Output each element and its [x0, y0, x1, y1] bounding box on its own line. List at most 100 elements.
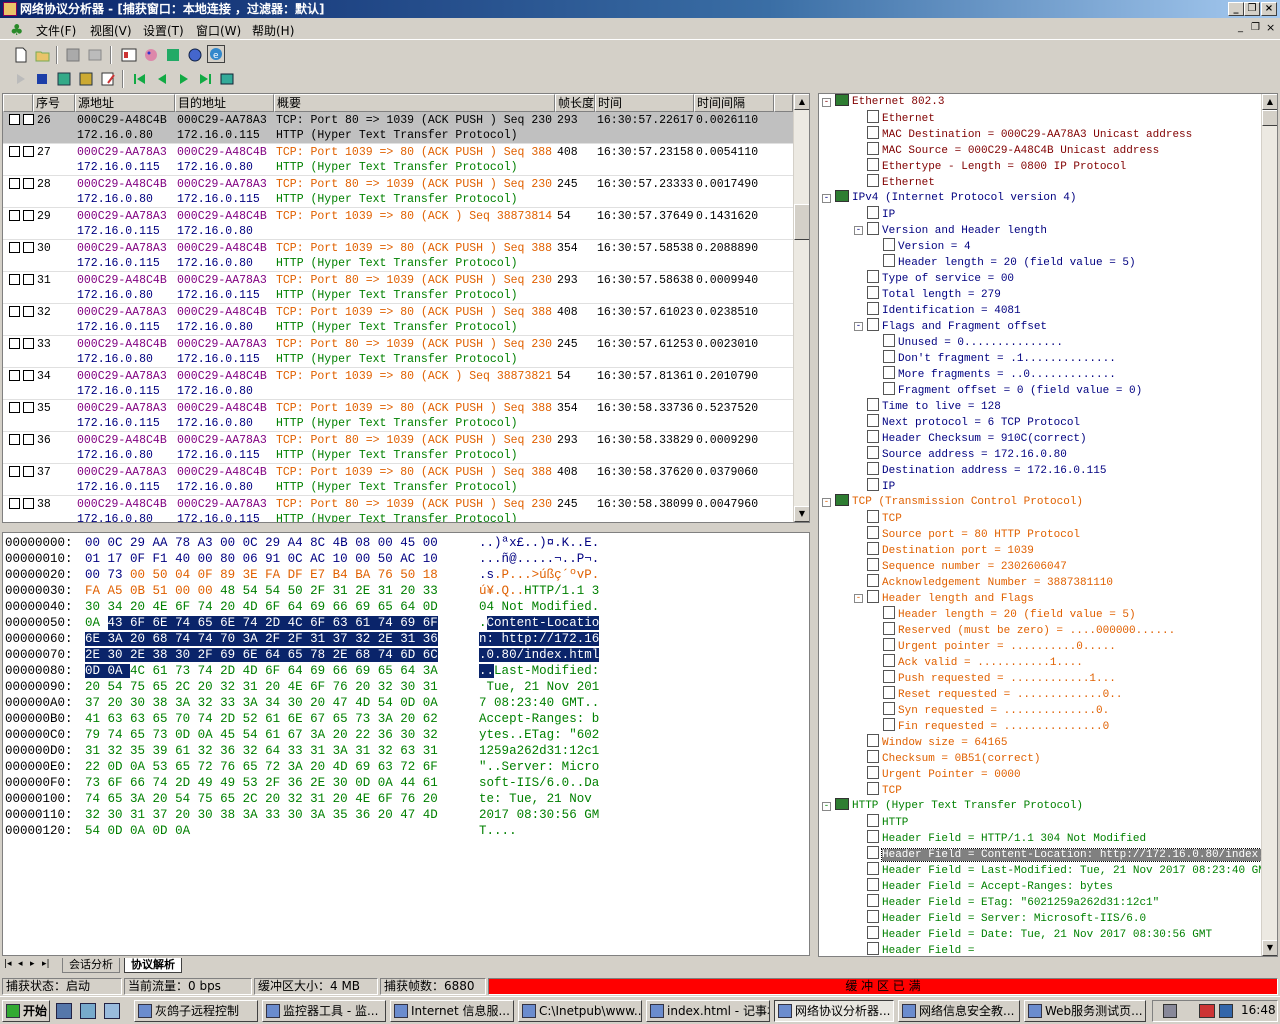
tree-field-node[interactable]: Header Field = ETag: "6021259a262d31:12c… — [867, 894, 1159, 910]
tree-collapse-toggle[interactable]: - — [854, 226, 863, 235]
next-icon[interactable] — [175, 70, 193, 88]
tree-field-node[interactable]: - Header length and Flags — [854, 590, 1034, 606]
tree-collapse-toggle[interactable]: - — [822, 498, 831, 507]
tree-field-node[interactable]: Urgent Pointer = 0000 — [867, 766, 1021, 782]
hex-line[interactable]: 00000090: 20 54 75 65 2C 20 32 31 20 4E 6… — [5, 679, 599, 695]
save-icon[interactable] — [64, 46, 82, 64]
app-menu-icon[interactable]: ♣ — [10, 21, 26, 39]
quicklaunch-explorer-icon[interactable] — [104, 1003, 120, 1019]
export-icon[interactable] — [86, 46, 104, 64]
first-icon[interactable] — [131, 70, 149, 88]
open-icon[interactable] — [34, 46, 52, 64]
taskbar-item[interactable]: Web服务测试页... — [1024, 1000, 1146, 1022]
mdi-restore-button[interactable]: ❐ — [1251, 22, 1260, 33]
row-expand-box[interactable] — [23, 434, 34, 445]
tree-field-node[interactable]: Checksum = 0B51(correct) — [867, 750, 1040, 766]
row-checkbox[interactable] — [9, 242, 20, 253]
row-expand-box[interactable] — [23, 274, 34, 285]
tree-field-node[interactable]: Acknowledgement Number = 3887381110 — [867, 574, 1113, 590]
row-expand-box[interactable] — [23, 402, 34, 413]
tree-scroll-down-button[interactable]: ▼ — [1262, 940, 1277, 956]
tree-field-node[interactable]: Destination address = 172.16.0.115 — [867, 462, 1106, 478]
tree-field-node[interactable]: TCP — [867, 510, 902, 526]
row-checkbox[interactable] — [9, 338, 20, 349]
tab-protocol-analysis[interactable]: 协议解析 — [124, 958, 182, 973]
tree-field-node[interactable]: Syn requested = ..............0. — [883, 702, 1109, 718]
table-row[interactable]: 30 000C29-AA78A3 000C29-A48C4B TCP: Port 10… — [3, 240, 793, 272]
taskbar-item[interactable]: index.html - 记事本 — [646, 1000, 770, 1022]
tree-field-node[interactable]: Urgent pointer = ..........0..... — [883, 638, 1116, 654]
start-button[interactable]: 开始 — [2, 1000, 50, 1022]
col-delta[interactable]: 时间间隔 — [694, 94, 774, 112]
col-number[interactable]: 序号 — [33, 94, 75, 112]
tab-nav-last-icon[interactable]: ▸| — [42, 959, 50, 969]
tree-field-node[interactable]: Source port = 80 HTTP Protocol — [867, 526, 1080, 542]
row-expand-box[interactable] — [23, 370, 34, 381]
tree-collapse-toggle[interactable]: - — [854, 322, 863, 331]
hex-line[interactable]: 00000010: 01 17 0F F1 40 00 80 06 91 0C A… — [5, 551, 599, 567]
row-expand-box[interactable] — [23, 114, 34, 125]
col-checkbox[interactable] — [3, 94, 33, 112]
minimize-button[interactable]: _ — [1228, 2, 1244, 16]
tree-field-node[interactable]: Header Field = — [867, 942, 974, 956]
tree-collapse-toggle[interactable]: - — [822, 802, 831, 811]
taskbar-item[interactable]: 网络信息安全教... — [898, 1000, 1020, 1022]
hex-line[interactable]: 00000000: 00 0C 29 AA 78 A3 00 0C 29 A4 8… — [5, 535, 599, 551]
row-checkbox[interactable] — [9, 434, 20, 445]
mdi-close-button[interactable]: × — [1266, 21, 1275, 34]
tree-field-node[interactable]: Source address = 172.16.0.80 — [867, 446, 1067, 462]
row-checkbox[interactable] — [9, 114, 20, 125]
tree-field-node[interactable]: Header Field = Content-Location: http://… — [867, 846, 1277, 862]
table-row[interactable]: 35 000C29-AA78A3 000C29-A48C4B TCP: Port 10… — [3, 400, 793, 432]
taskbar-item[interactable]: C:\Inetpub\www... — [518, 1000, 642, 1022]
tree-field-node[interactable]: Ethernet — [867, 174, 935, 190]
row-expand-box[interactable] — [23, 466, 34, 477]
close-button[interactable]: × — [1261, 2, 1277, 16]
hex-line[interactable]: 00000020: 00 73 00 50 04 0F 89 3E FA DF E… — [5, 567, 599, 583]
tree-field-node[interactable]: Header length = 20 (field value = 5) — [883, 606, 1136, 622]
row-checkbox[interactable] — [9, 178, 20, 189]
hex-line[interactable]: 000000E0: 22 0D 0A 53 65 72 76 65 72 3A 2… — [5, 759, 599, 775]
row-checkbox[interactable] — [9, 402, 20, 413]
taskbar-item[interactable]: 网络协议分析器... — [774, 1000, 894, 1022]
tree-field-node[interactable]: Don't fragment = .1.............. — [883, 350, 1116, 366]
tray-app-icon[interactable] — [1219, 1004, 1233, 1018]
row-checkbox[interactable] — [9, 274, 20, 285]
tree-scroll-thumb[interactable] — [1262, 110, 1277, 126]
goto-icon[interactable] — [218, 70, 236, 88]
hex-line[interactable]: 000000A0: 37 20 30 38 3A 32 33 3A 34 30 2… — [5, 695, 599, 711]
tree-field-node[interactable]: IP — [867, 206, 895, 222]
tree-field-node[interactable]: Header length = 20 (field value = 5) — [883, 254, 1136, 270]
tree-field-node[interactable]: Unused = 0............... — [883, 334, 1063, 350]
tree-field-node[interactable]: Ethernet — [867, 110, 935, 126]
tree-field-node[interactable]: Identification = 4081 — [867, 302, 1021, 318]
taskbar-item[interactable]: Internet 信息服... — [390, 1000, 514, 1022]
menu-view[interactable]: 视图(V) — [90, 22, 132, 39]
quicklaunch-ie-icon[interactable] — [56, 1003, 72, 1019]
table-row[interactable]: 32 000C29-AA78A3 000C29-A48C4B TCP: Port 10… — [3, 304, 793, 336]
tree-protocol-node[interactable]: - HTTP (Hyper Text Transfer Protocol) — [822, 798, 1083, 814]
tree-protocol-node[interactable]: - IPv4 (Internet Protocol version 4) — [822, 190, 1076, 206]
quicklaunch-desktop-icon[interactable] — [80, 1003, 96, 1019]
tree-field-node[interactable]: Time to live = 128 — [867, 398, 1001, 414]
tree-protocol-node[interactable]: - TCP (Transmission Control Protocol) — [822, 494, 1083, 510]
scroll-down-button[interactable]: ▼ — [794, 506, 809, 522]
hex-line[interactable]: 000000C0: 79 74 65 73 0D 0A 45 54 61 67 3… — [5, 727, 599, 743]
hex-line[interactable]: 00000050: 0A 43 6F 6E 74 65 6E 74 2D 4C 6… — [5, 615, 600, 631]
hex-line[interactable]: 000000B0: 41 63 63 65 70 74 2D 52 61 6E 6… — [5, 711, 599, 727]
row-expand-box[interactable] — [23, 242, 34, 253]
table-row[interactable]: 34 000C29-AA78A3 000C29-A48C4B TCP: Port 10… — [3, 368, 793, 400]
previous-icon[interactable] — [153, 70, 171, 88]
hex-line[interactable]: 00000030: FA A5 0B 51 00 00 48 54 54 50 2… — [5, 583, 599, 599]
tree-field-node[interactable]: Fragment offset = 0 (field value = 0) — [883, 382, 1142, 398]
table-row[interactable]: 29 000C29-AA78A3 000C29-A48C4B TCP: Port 10… — [3, 208, 793, 240]
tree-field-node[interactable]: More fragments = ..0............. — [883, 366, 1116, 382]
tree-scrollbar[interactable]: ▲ ▼ — [1261, 94, 1277, 956]
edit-icon[interactable] — [99, 70, 117, 88]
tree-field-node[interactable]: Fin requested = ...............0 — [883, 718, 1109, 734]
horizontal-splitter[interactable] — [2, 524, 810, 531]
tree-field-node[interactable]: - Flags and Fragment offset — [854, 318, 1047, 334]
filter-icon[interactable] — [120, 46, 138, 64]
tree-field-node[interactable]: Reset requested = .............0.. — [883, 686, 1122, 702]
col-frame-length[interactable]: 帧长度 — [555, 94, 595, 112]
